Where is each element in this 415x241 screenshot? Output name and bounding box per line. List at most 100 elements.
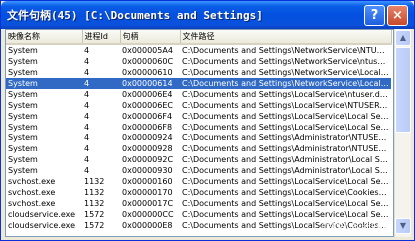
cell-image-name: cloudservice.exe	[8, 210, 76, 220]
column-header-process-id[interactable]: 进程Id	[82, 30, 121, 45]
cell-file-path: C:\Documents and Settings\LocalService\L…	[182, 210, 391, 220]
table-row[interactable]: System 4 0x000006F8 C:\Documents and Settin…	[6, 122, 391, 133]
cell-process-id: 4	[84, 122, 90, 132]
cell-image-name: System	[8, 133, 38, 143]
handle-list[interactable]: 映像名称 进程Id 句柄 文件路径 System 4 0x000005A4 C:\Do…	[5, 29, 394, 237]
cell-file-path: C:\Documents and Settings\LocalService\C…	[182, 188, 391, 198]
cell-process-id: 4	[84, 155, 90, 165]
cell-process-id: 4	[84, 56, 90, 66]
table-row[interactable]: System 4 0x0000092C C:\Documents and Settin…	[6, 154, 391, 165]
cell-process-id: 4	[82, 77, 120, 89]
cell-image-name: System	[8, 155, 38, 165]
cell-handle: 0x0000060C	[122, 56, 174, 66]
cell-file-path: C:\Documents and Settings\LocalService\L…	[182, 177, 391, 187]
cell-handle: 0x00000610	[122, 67, 173, 77]
cell-file-path: C:\Documents and Settings\LocalService\n…	[182, 89, 391, 99]
scroll-thumb[interactable]	[395, 47, 411, 133]
handle-table: 映像名称 进程Id 句柄 文件路径 System 4 0x000005A4 C:\Do…	[6, 30, 392, 231]
cell-handle: 0x00000924	[122, 133, 173, 143]
cell-file-path: C:\Documents and Settings\NetworkService…	[182, 45, 391, 55]
file-handles-window: 文件句柄(45) [C:\Documents and Settings] ? ×…	[0, 0, 415, 241]
cell-handle: 0x000006EC	[122, 100, 174, 110]
cell-process-id: 4	[84, 144, 90, 154]
cell-handle: 0x000006F8	[122, 122, 173, 132]
vertical-scrollbar[interactable]: ▲ ▼	[394, 29, 411, 237]
cell-handle: 0x00000928	[122, 144, 173, 154]
arrow-up-icon: ▲	[399, 33, 407, 42]
table-row[interactable]: System 4 0x000006E4 C:\Documents and Settin…	[6, 89, 391, 100]
table-row[interactable]: System 4 0x00000930 C:\Documents and Settin…	[6, 165, 391, 176]
table-row[interactable]: cloudservice.exe 1572 0x000000CC C:\Documen…	[6, 209, 391, 220]
cell-image-name: System	[8, 45, 38, 55]
cell-handle: 0x000005A4	[122, 45, 173, 55]
table-row[interactable]: svchost.exe 1132 0x0000017C C:\Documents an…	[6, 198, 391, 209]
cell-handle: 0x00000614	[120, 77, 180, 89]
cell-image-name: cloudservice.exe	[8, 220, 76, 230]
table-row[interactable]: System 4 0x000005A4 C:\Documents and Settin…	[6, 44, 391, 56]
table-row[interactable]: System 4 0x0000060C C:\Documents and Settin…	[6, 56, 391, 67]
cell-image-name: svchost.exe	[8, 177, 56, 187]
column-header-image-name[interactable]: 映像名称	[6, 30, 83, 45]
cell-process-id: 1572	[84, 220, 105, 230]
cell-process-id: 4	[84, 133, 90, 143]
cell-image-name: System	[8, 89, 38, 99]
cell-file-path: C:\Documents and Settings\Administrator\…	[182, 155, 391, 165]
cell-handle: 0x00000170	[122, 188, 173, 198]
cell-process-id: 4	[84, 100, 90, 110]
scroll-up-button[interactable]: ▲	[395, 30, 411, 46]
cell-image-name: svchost.exe	[8, 188, 56, 198]
cell-file-path: C:\Documents and Settings\NetworkService…	[182, 67, 391, 77]
cell-process-id: 4	[84, 89, 90, 99]
cell-file-path: C:\Documents and Settings\Administrator\…	[182, 133, 391, 143]
cell-process-id: 4	[84, 166, 90, 176]
cell-handle: 0x0000092C	[122, 155, 174, 165]
cell-handle: 0x0000017C	[122, 199, 174, 209]
table-row[interactable]: System 4 0x00000928 C:\Documents and Settin…	[6, 143, 391, 154]
cell-handle: 0x00000160	[122, 177, 173, 187]
column-header-file-path[interactable]: 文件路径	[180, 30, 392, 45]
cell-image-name: System	[8, 122, 38, 132]
cell-file-path: C:\Documents and Settings\Administrator\…	[182, 144, 391, 154]
cell-process-id: 1132	[84, 188, 105, 198]
table-row[interactable]: System 4 0x00000610 C:\Documents and Settin…	[6, 67, 391, 78]
window-title: 文件句柄(45) [C:\Documents and Settings]	[7, 9, 263, 22]
cell-image-name: System	[8, 67, 38, 77]
column-header-handle[interactable]: 句柄	[120, 30, 181, 45]
title-bar[interactable]: 文件句柄(45) [C:\Documents and Settings] ? ×	[1, 1, 414, 29]
close-button[interactable]: ×	[387, 5, 408, 26]
cell-handle: 0x000000E8	[122, 220, 173, 230]
cell-file-path: C:\Documents and Settings\NetworkService…	[180, 77, 391, 89]
cell-image-name: System	[8, 111, 38, 121]
cell-file-path: C:\Documents and Settings\LocalService\L…	[182, 111, 391, 121]
header-row: 映像名称 进程Id 句柄 文件路径	[6, 30, 392, 45]
arrow-down-icon: ▼	[399, 221, 407, 230]
cell-image-name: System	[8, 166, 38, 176]
scroll-down-button[interactable]: ▼	[395, 218, 411, 234]
cell-handle: 0x000000CC	[122, 210, 174, 220]
table-row[interactable]: svchost.exe 1132 0x00000160 C:\Documents an…	[6, 176, 391, 187]
cell-process-id: 1572	[84, 210, 105, 220]
cell-process-id: 4	[84, 45, 90, 55]
table-row[interactable]: System 4 0x000006F4 C:\Documents and Settin…	[6, 111, 391, 122]
table-row[interactable]: svchost.exe 1132 0x00000170 C:\Documents an…	[6, 187, 391, 198]
cell-handle: 0x000006E4	[122, 89, 173, 99]
cell-file-path: C:\Documents and Settings\NetworkService…	[182, 56, 391, 66]
table-row[interactable]: System 4 0x00000924 C:\Documents and Settin…	[6, 133, 391, 144]
table-row[interactable]: System 4 0x000006EC C:\Documents and Settin…	[6, 100, 391, 111]
cell-image-name: System	[8, 56, 38, 66]
cell-file-path: C:\Documents and Settings\LocalService\L…	[182, 122, 391, 132]
cell-process-id: 1132	[84, 177, 105, 187]
help-button[interactable]: ?	[364, 5, 385, 26]
watermark: CSDN @jackyyj	[321, 223, 390, 233]
cell-image-name: System	[8, 144, 38, 154]
cell-image-name: System	[6, 77, 82, 89]
table-row[interactable]: System 4 0x00000614 C:\Documents and Settin…	[6, 77, 391, 89]
cell-image-name: svchost.exe	[8, 199, 56, 209]
cell-handle: 0x000006F4	[122, 111, 173, 121]
cell-process-id: 4	[84, 67, 90, 77]
cell-file-path: C:\Documents and Settings\Administrator\…	[182, 166, 391, 176]
cell-process-id: 4	[84, 111, 90, 121]
cell-file-path: C:\Documents and Settings\LocalService\L…	[182, 199, 391, 209]
cell-handle: 0x00000930	[122, 166, 173, 176]
cell-file-path: C:\Documents and Settings\LocalService\N…	[182, 100, 391, 110]
